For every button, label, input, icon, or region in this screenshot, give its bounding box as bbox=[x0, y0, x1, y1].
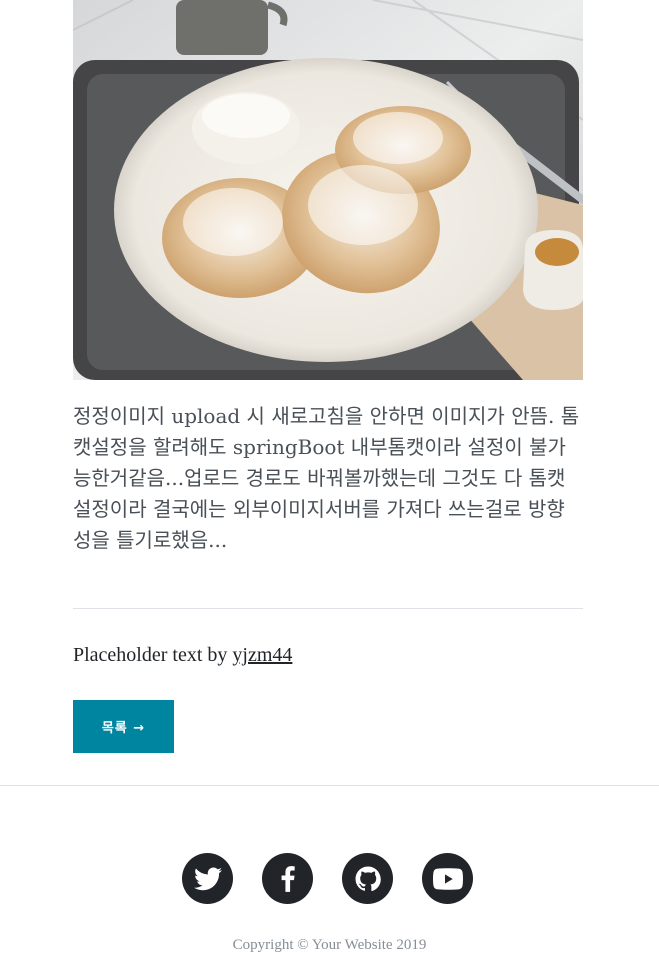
footer-divider bbox=[0, 785, 659, 786]
content-divider bbox=[73, 608, 583, 609]
list-button[interactable]: 목록 → bbox=[73, 700, 174, 753]
post-image bbox=[73, 0, 583, 380]
credit-author-link[interactable]: yjzm44 bbox=[232, 644, 292, 666]
credit-prefix: Placeholder text by bbox=[73, 644, 233, 666]
facebook-link[interactable] bbox=[262, 853, 313, 904]
github-icon bbox=[355, 866, 381, 891]
twitter-link[interactable] bbox=[182, 853, 233, 904]
placeholder-credit: Placeholder text by yjzm44 bbox=[73, 641, 292, 669]
github-link[interactable] bbox=[342, 853, 393, 904]
facebook-icon bbox=[281, 865, 295, 892]
post-body: 정정이미지 upload 시 새로고침을 안하면 이미지가 안뜸. 톰캣설정을 … bbox=[73, 404, 580, 552]
social-links bbox=[182, 853, 473, 904]
youtube-icon bbox=[432, 867, 463, 890]
youtube-link[interactable] bbox=[422, 853, 473, 904]
twitter-icon bbox=[193, 866, 222, 890]
copyright: Copyright © Your Website 2019 bbox=[232, 937, 427, 953]
